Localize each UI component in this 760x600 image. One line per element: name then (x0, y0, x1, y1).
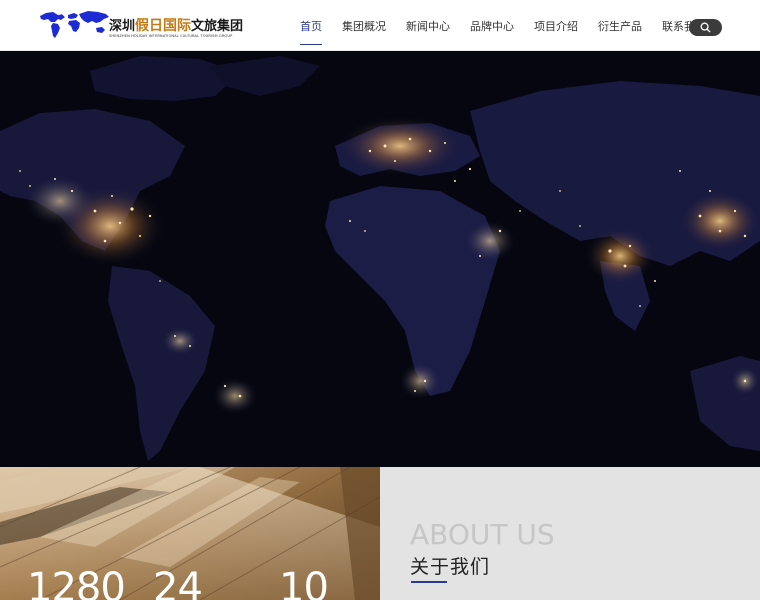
nav-item-news-center[interactable]: 新闻中心 (406, 0, 450, 51)
site-header: 深圳假日国际文旅集团 SHENZHEN HOLIDAY INTERNATIONA… (0, 0, 760, 51)
about-underline (411, 581, 447, 583)
nav-item-home[interactable]: 首页 (300, 0, 322, 51)
hero-banner (0, 51, 760, 467)
about-title-cn: 关于我们 (410, 556, 491, 578)
main-navigation: 首页 集团概况 新闻中心 品牌中心 项目介绍 衍生产品 联系我们 (300, 0, 726, 51)
nav-item-products[interactable]: 衍生产品 (598, 0, 642, 51)
world-map-logo-icon (40, 11, 109, 38)
about-section: ABOUT US 关于我们 (380, 467, 760, 600)
nav-item-brand-center[interactable]: 品牌中心 (470, 0, 514, 51)
stat-value-1: 1280 (27, 565, 126, 600)
nav-item-projects[interactable]: 项目介绍 (534, 0, 578, 51)
stat-value-2: 24 (153, 565, 203, 600)
site-logo[interactable]: 深圳假日国际文旅集团 SHENZHEN HOLIDAY INTERNATIONA… (38, 10, 243, 42)
about-title-en: ABOUT US (410, 518, 555, 551)
stats-section: 1280 24 10 (0, 467, 380, 600)
search-icon (700, 22, 711, 33)
logo-tagline: SHENZHEN HOLIDAY INTERNATIONAL CULTURAL … (109, 34, 233, 38)
earth-at-night-image (0, 51, 760, 467)
stat-value-3: 10 (279, 565, 329, 600)
logo-brand-name: 深圳假日国际文旅集团 (109, 18, 244, 34)
search-button[interactable] (689, 19, 722, 36)
nav-item-group-overview[interactable]: 集团概况 (342, 0, 386, 51)
